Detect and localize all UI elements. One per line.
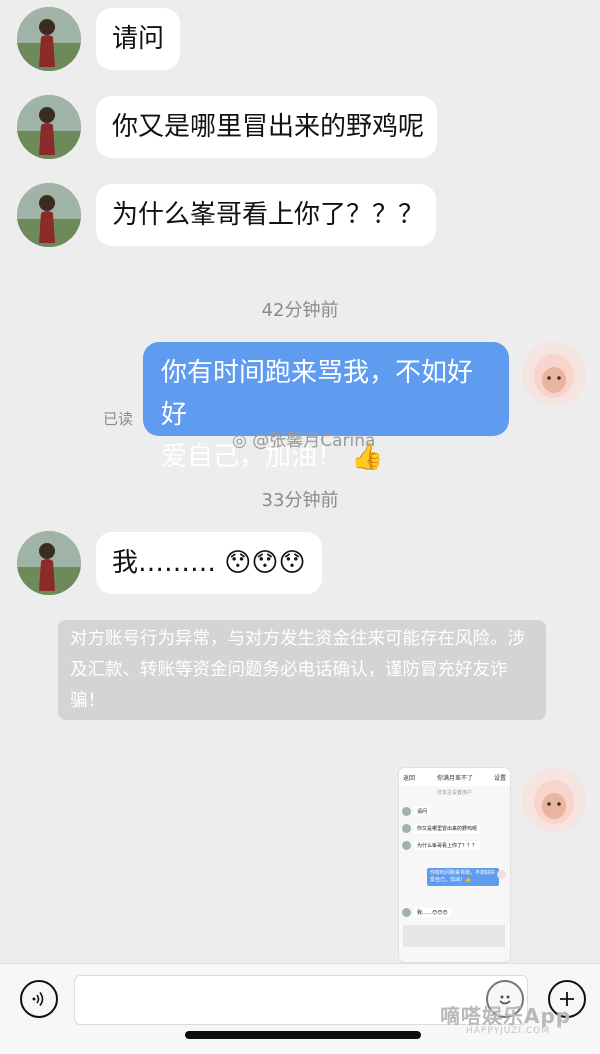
thumbnail-message: 你又是哪里冒出来的野鸡呢 — [414, 824, 481, 833]
site-watermark-url: HAPPYJUZI.COM — [466, 1026, 550, 1036]
message-text: 我……… — [112, 548, 217, 578]
contact-photo — [17, 7, 81, 71]
voice-icon — [32, 992, 44, 1006]
self-photo — [522, 768, 586, 832]
weibo-watermark: ◎ @张馨月Carina — [232, 431, 376, 451]
thumbnail-message: 你有时间跑来骂我，不如好好爱自己，加油！👍 — [427, 868, 499, 886]
timestamp: 42分钟前 — [261, 300, 339, 321]
message-bubble-incoming[interactable]: 请问 — [96, 8, 180, 70]
contact-avatar[interactable] — [17, 7, 81, 71]
timestamp: 33分钟前 — [261, 490, 339, 511]
thumbnail-message: 为什么峯哥看上你了？？？ — [414, 841, 481, 850]
self-photo — [522, 342, 586, 406]
message-bubble-outgoing[interactable]: 你有时间跑来骂我，不如好好 爱自己，加油！ 👍 — [143, 342, 509, 472]
self-avatar[interactable] — [522, 342, 586, 406]
self-avatar[interactable] — [522, 768, 586, 832]
risk-warning-notice: 对方账号行为异常，与对方发生资金往来可能存在风险。涉及汇款、转账等资金问题务必电… — [58, 620, 546, 720]
thumbnail-message: 我……😯😯😯 — [414, 908, 451, 917]
contact-photo — [17, 183, 81, 247]
contact-avatar[interactable] — [17, 95, 81, 159]
contact-avatar[interactable] — [17, 531, 81, 595]
message-text-line1: 你有时间跑来骂我，不如好好 — [161, 358, 474, 430]
message-text: 请问 — [112, 24, 165, 54]
weibo-icon: ◎ — [232, 431, 247, 451]
contact-photo — [17, 95, 81, 159]
read-status: 已读 — [103, 410, 134, 428]
thumbnail-message: 请问 — [414, 807, 431, 816]
voice-button[interactable] — [20, 980, 58, 1018]
site-watermark: 嘀嗒娱乐App — [440, 1004, 572, 1028]
message-bubble-incoming[interactable]: 你又是哪里冒出来的野鸡呢 — [96, 96, 437, 158]
message-text: 为什么峯哥看上你了？？？ — [112, 200, 425, 230]
contact-avatar[interactable] — [17, 183, 81, 247]
message-bubble-incoming[interactable]: 为什么峯哥看上你了？？？ — [96, 184, 436, 246]
thumbnail-header: 返回 你满月差不了 设置 — [399, 768, 510, 786]
home-indicator[interactable] — [185, 1031, 421, 1039]
message-text: 你又是哪里冒出来的野鸡呢 — [112, 112, 425, 142]
contact-photo — [17, 531, 81, 595]
image-message-thumbnail[interactable]: 返回 你满月差不了 设置 非本主设置用户 请问 你又是哪里冒出来的野鸡呢 为什么… — [399, 768, 510, 962]
thumbnail-subheader: 非本主设置用户 — [436, 790, 472, 796]
message-bubble-incoming[interactable]: 我……… 😯😯😯 — [96, 532, 322, 594]
surprised-face-icon: 😯😯😯 — [224, 548, 306, 578]
